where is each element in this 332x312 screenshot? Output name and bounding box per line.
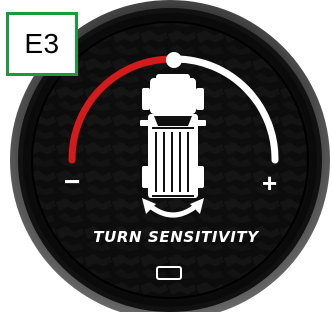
turn-sensitivity-screen: E3 − + TURN SENSITIVITY [0,0,332,312]
dial-caption: TURN SENSITIVITY [93,228,259,246]
decrease-label: − [64,166,81,197]
step-tag-label: E3 [24,28,60,59]
increase-label: + [262,168,278,198]
menu-button-icon[interactable] [156,266,182,280]
sensitivity-knob[interactable] [166,52,182,68]
step-tag: E3 [6,12,78,76]
